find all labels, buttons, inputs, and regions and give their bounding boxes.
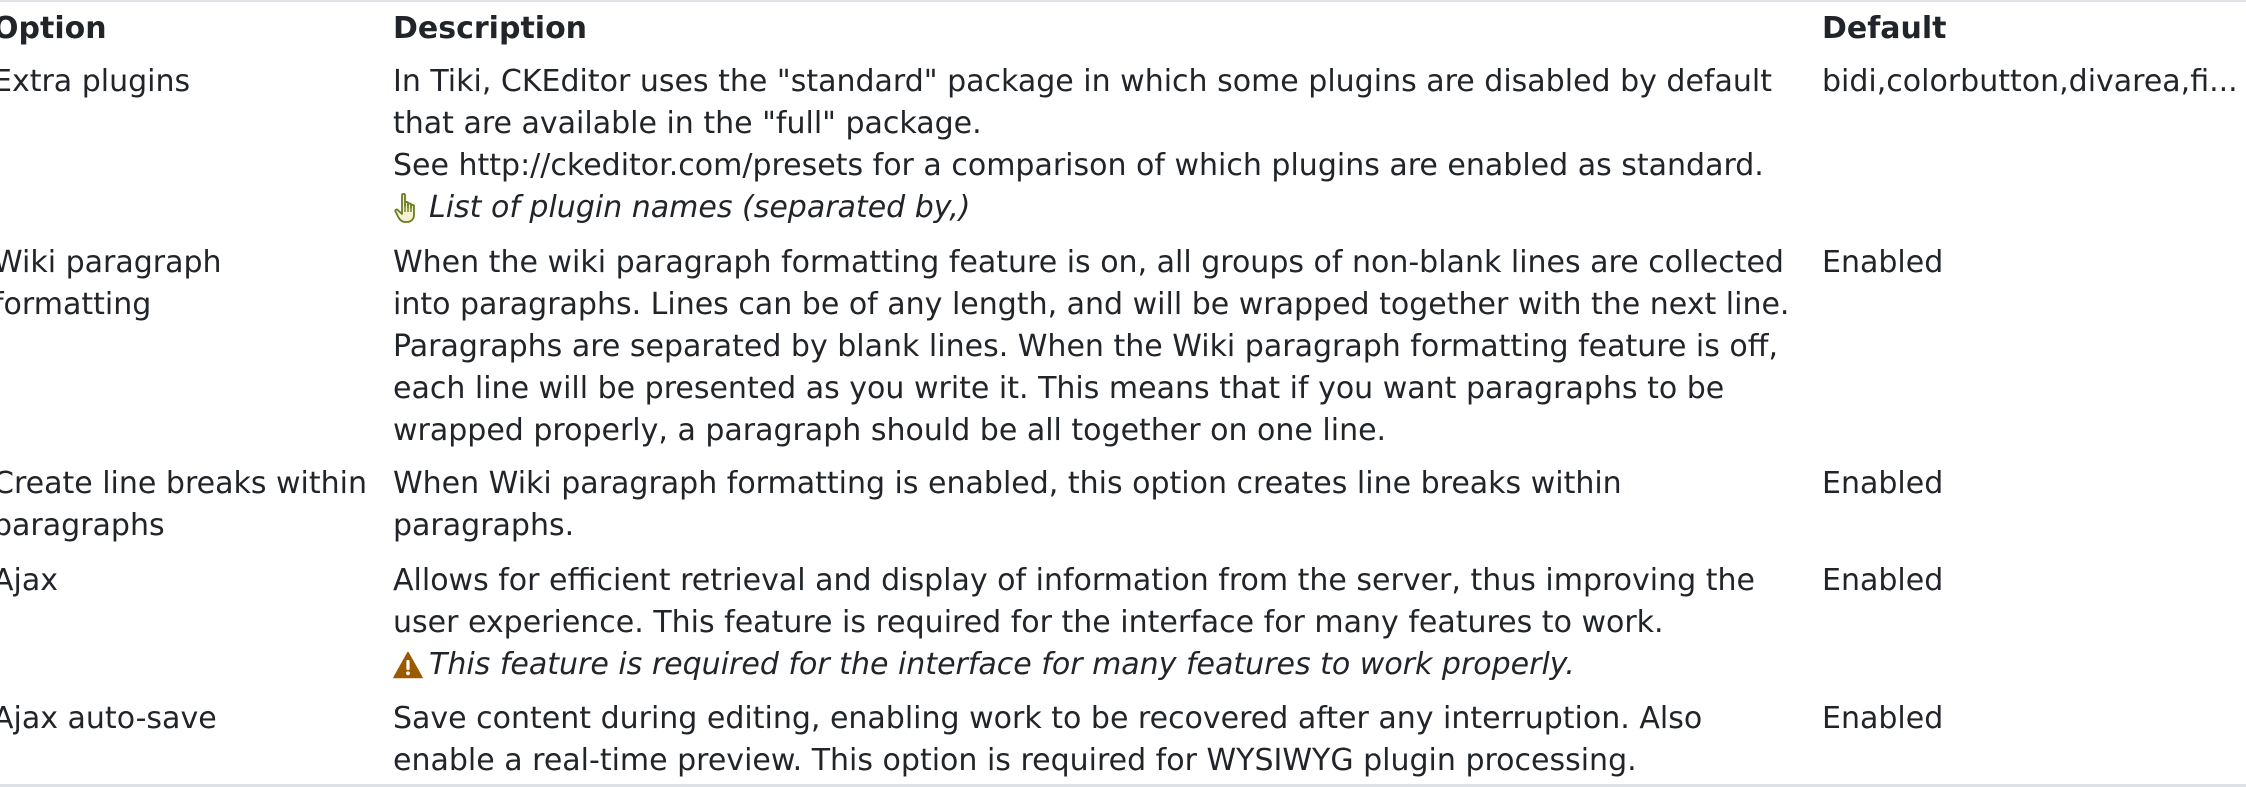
option-name: Ajax auto-save <box>0 701 217 736</box>
option-default: Enabled <box>1822 245 1944 280</box>
option-name: Create line breaks within paragraphs <box>0 466 367 543</box>
table-row: Create line breaks within paragraphs Whe… <box>0 463 2242 547</box>
description-line: See http://ckeditor.com/presets for a co… <box>393 148 1764 183</box>
option-name: Extra plugins <box>0 64 191 99</box>
warning-icon <box>393 651 423 679</box>
table-header-row: Option Description Default <box>0 0 2246 56</box>
preferences-table: Option Description Default Extra plugins… <box>0 0 2246 778</box>
option-warning: This feature is required for the interfa… <box>393 644 1802 686</box>
option-hint: List of plugin names (separated by,) <box>393 187 1802 229</box>
option-description: In Tiki, CKEditor uses the "standard" pa… <box>393 61 1822 229</box>
table-row: Ajax auto-save Save content during editi… <box>0 698 2242 782</box>
warning-text: This feature is required for the interfa… <box>429 647 1575 682</box>
option-name: Wiki paragraph formatting <box>0 245 222 322</box>
description-line: that are available in the "full" package… <box>393 106 982 141</box>
header-default: Default <box>1822 11 1947 46</box>
description-line: In Tiki, CKEditor uses the "standard" pa… <box>393 64 1772 99</box>
option-name: Ajax <box>0 563 58 598</box>
option-description: Save content during editing, enabling wo… <box>393 701 1703 778</box>
pointing-hand-icon <box>393 192 423 224</box>
table-row: Extra plugins In Tiki, CKEditor uses the… <box>0 61 2242 229</box>
table-row: Wiki paragraph formatting When the wiki … <box>0 242 2242 452</box>
option-default: Enabled <box>1822 466 1944 501</box>
option-default: bidi,colorbutton,divarea,fi... <box>1822 64 2238 99</box>
hint-text: List of plugin names (separated by,) <box>429 190 971 225</box>
option-description: When the wiki paragraph formatting featu… <box>393 245 1790 448</box>
table-row: Ajax Allows for efficient retrieval and … <box>0 560 2242 686</box>
header-description: Description <box>393 11 588 46</box>
option-default: Enabled <box>1822 701 1944 736</box>
description-text: Allows for efficient retrieval and displ… <box>393 563 1755 640</box>
header-option: Option <box>0 11 107 46</box>
option-description: Allows for efficient retrieval and displ… <box>393 560 1822 686</box>
option-description: When Wiki paragraph formatting is enable… <box>393 466 1622 543</box>
option-default: Enabled <box>1822 563 1944 598</box>
